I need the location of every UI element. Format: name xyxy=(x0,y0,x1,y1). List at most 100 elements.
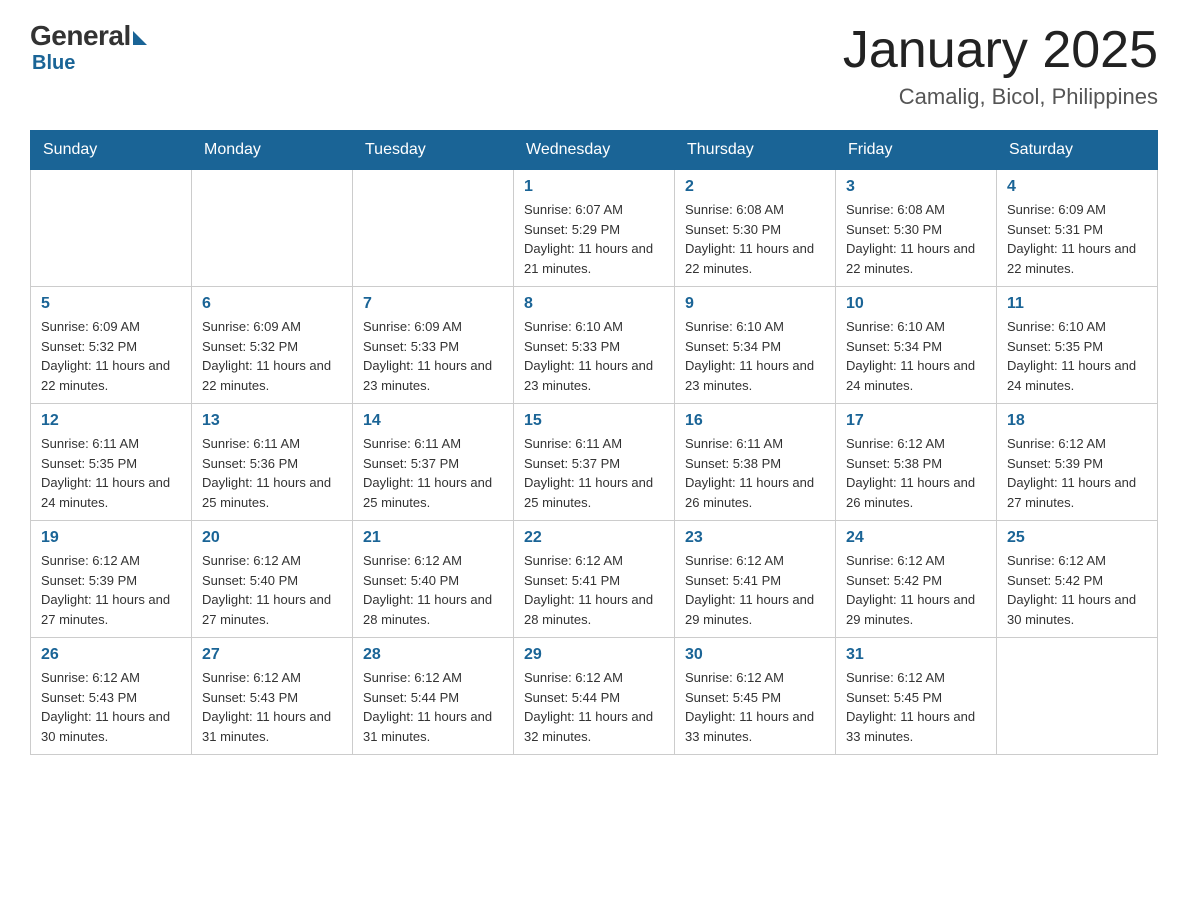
calendar-cell: 5 Sunrise: 6:09 AM Sunset: 5:32 PM Daylig… xyxy=(31,287,192,404)
day-number: 6 xyxy=(202,295,342,313)
calendar-cell: 9 Sunrise: 6:10 AM Sunset: 5:34 PM Daylig… xyxy=(675,287,836,404)
day-number: 9 xyxy=(685,295,825,313)
calendar-cell: 2 Sunrise: 6:08 AM Sunset: 5:30 PM Daylig… xyxy=(675,170,836,287)
day-info: Sunrise: 6:09 AM Sunset: 5:33 PM Dayligh… xyxy=(363,317,503,395)
day-info: Sunrise: 6:12 AM Sunset: 5:40 PM Dayligh… xyxy=(363,551,503,629)
day-of-week-header: Saturday xyxy=(997,131,1158,170)
day-number: 15 xyxy=(524,412,664,430)
day-number: 1 xyxy=(524,178,664,196)
day-info: Sunrise: 6:09 AM Sunset: 5:31 PM Dayligh… xyxy=(1007,200,1147,278)
calendar-week-row: 26 Sunrise: 6:12 AM Sunset: 5:43 PM Dayli… xyxy=(31,638,1158,755)
calendar-cell: 10 Sunrise: 6:10 AM Sunset: 5:34 PM Dayli… xyxy=(836,287,997,404)
day-of-week-header: Monday xyxy=(192,131,353,170)
day-info: Sunrise: 6:12 AM Sunset: 5:39 PM Dayligh… xyxy=(41,551,181,629)
calendar-cell xyxy=(997,638,1158,755)
day-info: Sunrise: 6:11 AM Sunset: 5:35 PM Dayligh… xyxy=(41,434,181,512)
calendar-cell xyxy=(192,170,353,287)
day-info: Sunrise: 6:11 AM Sunset: 5:38 PM Dayligh… xyxy=(685,434,825,512)
day-info: Sunrise: 6:12 AM Sunset: 5:42 PM Dayligh… xyxy=(846,551,986,629)
calendar-cell: 1 Sunrise: 6:07 AM Sunset: 5:29 PM Daylig… xyxy=(514,170,675,287)
calendar-cell xyxy=(31,170,192,287)
day-number: 28 xyxy=(363,646,503,664)
day-info: Sunrise: 6:12 AM Sunset: 5:43 PM Dayligh… xyxy=(202,668,342,746)
day-number: 13 xyxy=(202,412,342,430)
calendar-cell: 16 Sunrise: 6:11 AM Sunset: 5:38 PM Dayli… xyxy=(675,404,836,521)
calendar-week-row: 5 Sunrise: 6:09 AM Sunset: 5:32 PM Daylig… xyxy=(31,287,1158,404)
calendar-cell: 8 Sunrise: 6:10 AM Sunset: 5:33 PM Daylig… xyxy=(514,287,675,404)
month-title: January 2025 xyxy=(843,20,1158,80)
calendar-cell: 27Sunrise: 6:12 AM Sunset: 5:43 PM Dayli… xyxy=(192,638,353,755)
calendar-cell xyxy=(353,170,514,287)
day-number: 3 xyxy=(846,178,986,196)
calendar-cell: 18Sunrise: 6:12 AM Sunset: 5:39 PM Dayli… xyxy=(997,404,1158,521)
day-number: 31 xyxy=(846,646,986,664)
calendar-cell: 26 Sunrise: 6:12 AM Sunset: 5:43 PM Dayli… xyxy=(31,638,192,755)
day-info: Sunrise: 6:12 AM Sunset: 5:40 PM Dayligh… xyxy=(202,551,342,629)
day-info: Sunrise: 6:12 AM Sunset: 5:39 PM Dayligh… xyxy=(1007,434,1147,512)
calendar-cell: 4Sunrise: 6:09 AM Sunset: 5:31 PM Daylig… xyxy=(997,170,1158,287)
day-number: 7 xyxy=(363,295,503,313)
calendar-header-row: SundayMondayTuesdayWednesdayThursdayFrid… xyxy=(31,131,1158,170)
day-of-week-header: Wednesday xyxy=(514,131,675,170)
day-number: 24 xyxy=(846,529,986,547)
calendar-cell: 11Sunrise: 6:10 AM Sunset: 5:35 PM Dayli… xyxy=(997,287,1158,404)
day-number: 12 xyxy=(41,412,181,430)
day-number: 19 xyxy=(41,529,181,547)
calendar-cell: 7 Sunrise: 6:09 AM Sunset: 5:33 PM Daylig… xyxy=(353,287,514,404)
calendar-cell: 19 Sunrise: 6:12 AM Sunset: 5:39 PM Dayli… xyxy=(31,521,192,638)
day-info: Sunrise: 6:10 AM Sunset: 5:34 PM Dayligh… xyxy=(685,317,825,395)
calendar-cell: 24 Sunrise: 6:12 AM Sunset: 5:42 PM Dayli… xyxy=(836,521,997,638)
day-number: 23 xyxy=(685,529,825,547)
day-number: 22 xyxy=(524,529,664,547)
day-info: Sunrise: 6:11 AM Sunset: 5:37 PM Dayligh… xyxy=(363,434,503,512)
calendar-cell: 6Sunrise: 6:09 AM Sunset: 5:32 PM Daylig… xyxy=(192,287,353,404)
day-info: Sunrise: 6:09 AM Sunset: 5:32 PM Dayligh… xyxy=(41,317,181,395)
day-number: 25 xyxy=(1007,529,1147,547)
day-info: Sunrise: 6:07 AM Sunset: 5:29 PM Dayligh… xyxy=(524,200,664,278)
day-of-week-header: Tuesday xyxy=(353,131,514,170)
day-number: 20 xyxy=(202,529,342,547)
calendar-cell: 15 Sunrise: 6:11 AM Sunset: 5:37 PM Dayli… xyxy=(514,404,675,521)
calendar-cell: 28Sunrise: 6:12 AM Sunset: 5:44 PM Dayli… xyxy=(353,638,514,755)
day-number: 17 xyxy=(846,412,986,430)
day-info: Sunrise: 6:10 AM Sunset: 5:34 PM Dayligh… xyxy=(846,317,986,395)
day-info: Sunrise: 6:12 AM Sunset: 5:43 PM Dayligh… xyxy=(41,668,181,746)
calendar-cell: 29Sunrise: 6:12 AM Sunset: 5:44 PM Dayli… xyxy=(514,638,675,755)
calendar-cell: 31 Sunrise: 6:12 AM Sunset: 5:45 PM Dayli… xyxy=(836,638,997,755)
calendar-cell: 14 Sunrise: 6:11 AM Sunset: 5:37 PM Dayli… xyxy=(353,404,514,521)
calendar-week-row: 12 Sunrise: 6:11 AM Sunset: 5:35 PM Dayli… xyxy=(31,404,1158,521)
day-number: 30 xyxy=(685,646,825,664)
day-info: Sunrise: 6:12 AM Sunset: 5:42 PM Dayligh… xyxy=(1007,551,1147,629)
calendar-week-row: 19 Sunrise: 6:12 AM Sunset: 5:39 PM Dayli… xyxy=(31,521,1158,638)
day-info: Sunrise: 6:08 AM Sunset: 5:30 PM Dayligh… xyxy=(685,200,825,278)
day-info: Sunrise: 6:12 AM Sunset: 5:45 PM Dayligh… xyxy=(846,668,986,746)
calendar-cell: 30 Sunrise: 6:12 AM Sunset: 5:45 PM Dayli… xyxy=(675,638,836,755)
day-number: 10 xyxy=(846,295,986,313)
calendar-cell: 25 Sunrise: 6:12 AM Sunset: 5:42 PM Dayli… xyxy=(997,521,1158,638)
day-info: Sunrise: 6:12 AM Sunset: 5:41 PM Dayligh… xyxy=(524,551,664,629)
day-info: Sunrise: 6:10 AM Sunset: 5:35 PM Dayligh… xyxy=(1007,317,1147,395)
calendar-cell: 21Sunrise: 6:12 AM Sunset: 5:40 PM Dayli… xyxy=(353,521,514,638)
day-info: Sunrise: 6:10 AM Sunset: 5:33 PM Dayligh… xyxy=(524,317,664,395)
calendar-cell: 23Sunrise: 6:12 AM Sunset: 5:41 PM Dayli… xyxy=(675,521,836,638)
location-text: Camalig, Bicol, Philippines xyxy=(843,84,1158,110)
title-section: January 2025 Camalig, Bicol, Philippines xyxy=(843,20,1158,110)
day-number: 5 xyxy=(41,295,181,313)
day-info: Sunrise: 6:12 AM Sunset: 5:38 PM Dayligh… xyxy=(846,434,986,512)
day-info: Sunrise: 6:12 AM Sunset: 5:45 PM Dayligh… xyxy=(685,668,825,746)
calendar-cell: 22 Sunrise: 6:12 AM Sunset: 5:41 PM Dayli… xyxy=(514,521,675,638)
day-info: Sunrise: 6:12 AM Sunset: 5:44 PM Dayligh… xyxy=(524,668,664,746)
day-number: 8 xyxy=(524,295,664,313)
day-number: 14 xyxy=(363,412,503,430)
day-number: 2 xyxy=(685,178,825,196)
logo: General Blue xyxy=(30,20,147,75)
calendar-cell: 12 Sunrise: 6:11 AM Sunset: 5:35 PM Dayli… xyxy=(31,404,192,521)
day-number: 16 xyxy=(685,412,825,430)
calendar-cell: 13Sunrise: 6:11 AM Sunset: 5:36 PM Dayli… xyxy=(192,404,353,521)
calendar-table: SundayMondayTuesdayWednesdayThursdayFrid… xyxy=(30,130,1158,755)
calendar-cell: 17 Sunrise: 6:12 AM Sunset: 5:38 PM Dayli… xyxy=(836,404,997,521)
day-number: 26 xyxy=(41,646,181,664)
logo-general-text: General xyxy=(30,20,131,52)
day-info: Sunrise: 6:11 AM Sunset: 5:37 PM Dayligh… xyxy=(524,434,664,512)
day-of-week-header: Friday xyxy=(836,131,997,170)
